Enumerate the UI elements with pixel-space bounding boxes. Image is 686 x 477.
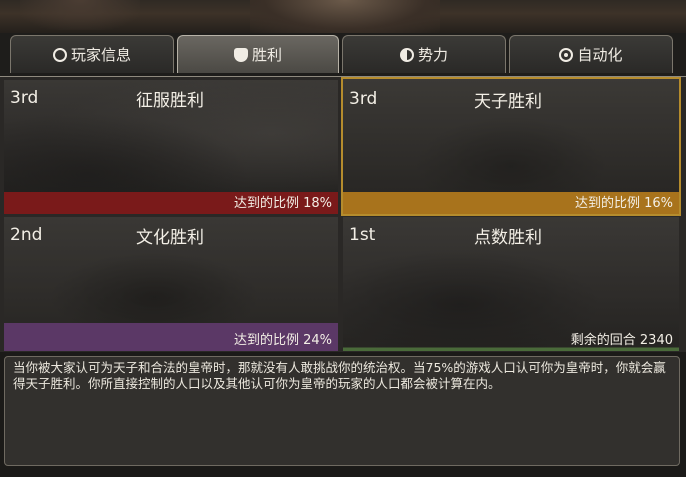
bottom-strip bbox=[0, 468, 686, 477]
gear-icon bbox=[559, 47, 574, 62]
tab-victory[interactable]: 胜利 bbox=[177, 35, 339, 73]
shield-icon bbox=[233, 47, 248, 62]
header-figure bbox=[250, 0, 440, 34]
victory-rank: 3rd bbox=[349, 89, 378, 109]
victory-status: 达到的比例 16% bbox=[574, 196, 673, 211]
victory-card-points[interactable]: 1st 点数胜利 剩余的回合 2340 bbox=[343, 217, 679, 351]
tab-player-info[interactable]: 玩家信息 bbox=[10, 35, 174, 73]
victory-title: 点数胜利 bbox=[474, 228, 542, 248]
victory-rank: 2nd bbox=[10, 225, 43, 245]
description-text: 当你被大家认可为天子和合法的皇帝时，那就没有人敢挑战你的统治权。当75%的游戏人… bbox=[13, 360, 666, 391]
header-artwork bbox=[0, 0, 686, 34]
tab-label: 势力 bbox=[417, 46, 448, 64]
victory-title: 天子胜利 bbox=[474, 92, 542, 112]
victory-status: 剩余的回合 2340 bbox=[570, 333, 673, 348]
victory-grid: 3rd 征服胜利 达到的比例 18% 3rd 天子胜利 达到的比例 16% 2n… bbox=[0, 76, 686, 352]
tab-automation[interactable]: 自动化 bbox=[509, 35, 673, 73]
tab-factions[interactable]: 势力 bbox=[342, 35, 506, 73]
victory-status: 达到的比例 24% bbox=[233, 333, 332, 348]
circle-icon bbox=[52, 47, 67, 62]
victory-rank: 1st bbox=[349, 225, 376, 245]
victory-card-son-of-heaven[interactable]: 3rd 天子胜利 达到的比例 16% bbox=[341, 77, 681, 216]
victory-card-conquest[interactable]: 3rd 征服胜利 达到的比例 18% bbox=[4, 80, 338, 214]
victory-title: 文化胜利 bbox=[136, 228, 204, 248]
tab-bar: 玩家信息 胜利 势力 自动化 bbox=[0, 33, 686, 76]
tab-label: 玩家信息 bbox=[70, 46, 131, 64]
victory-card-culture[interactable]: 2nd 文化胜利 达到的比例 24% bbox=[4, 217, 338, 351]
header-figure-left bbox=[20, 0, 140, 30]
victory-status: 达到的比例 18% bbox=[233, 196, 332, 211]
victory-description: 当你被大家认可为天子和合法的皇帝时，那就没有人敢挑战你的统治权。当75%的游戏人… bbox=[4, 356, 680, 466]
victory-title: 征服胜利 bbox=[136, 91, 204, 111]
half-circle-icon bbox=[399, 47, 414, 62]
victory-rank: 3rd bbox=[10, 88, 39, 108]
tab-label: 自动化 bbox=[577, 46, 623, 64]
tab-label: 胜利 bbox=[251, 46, 282, 64]
